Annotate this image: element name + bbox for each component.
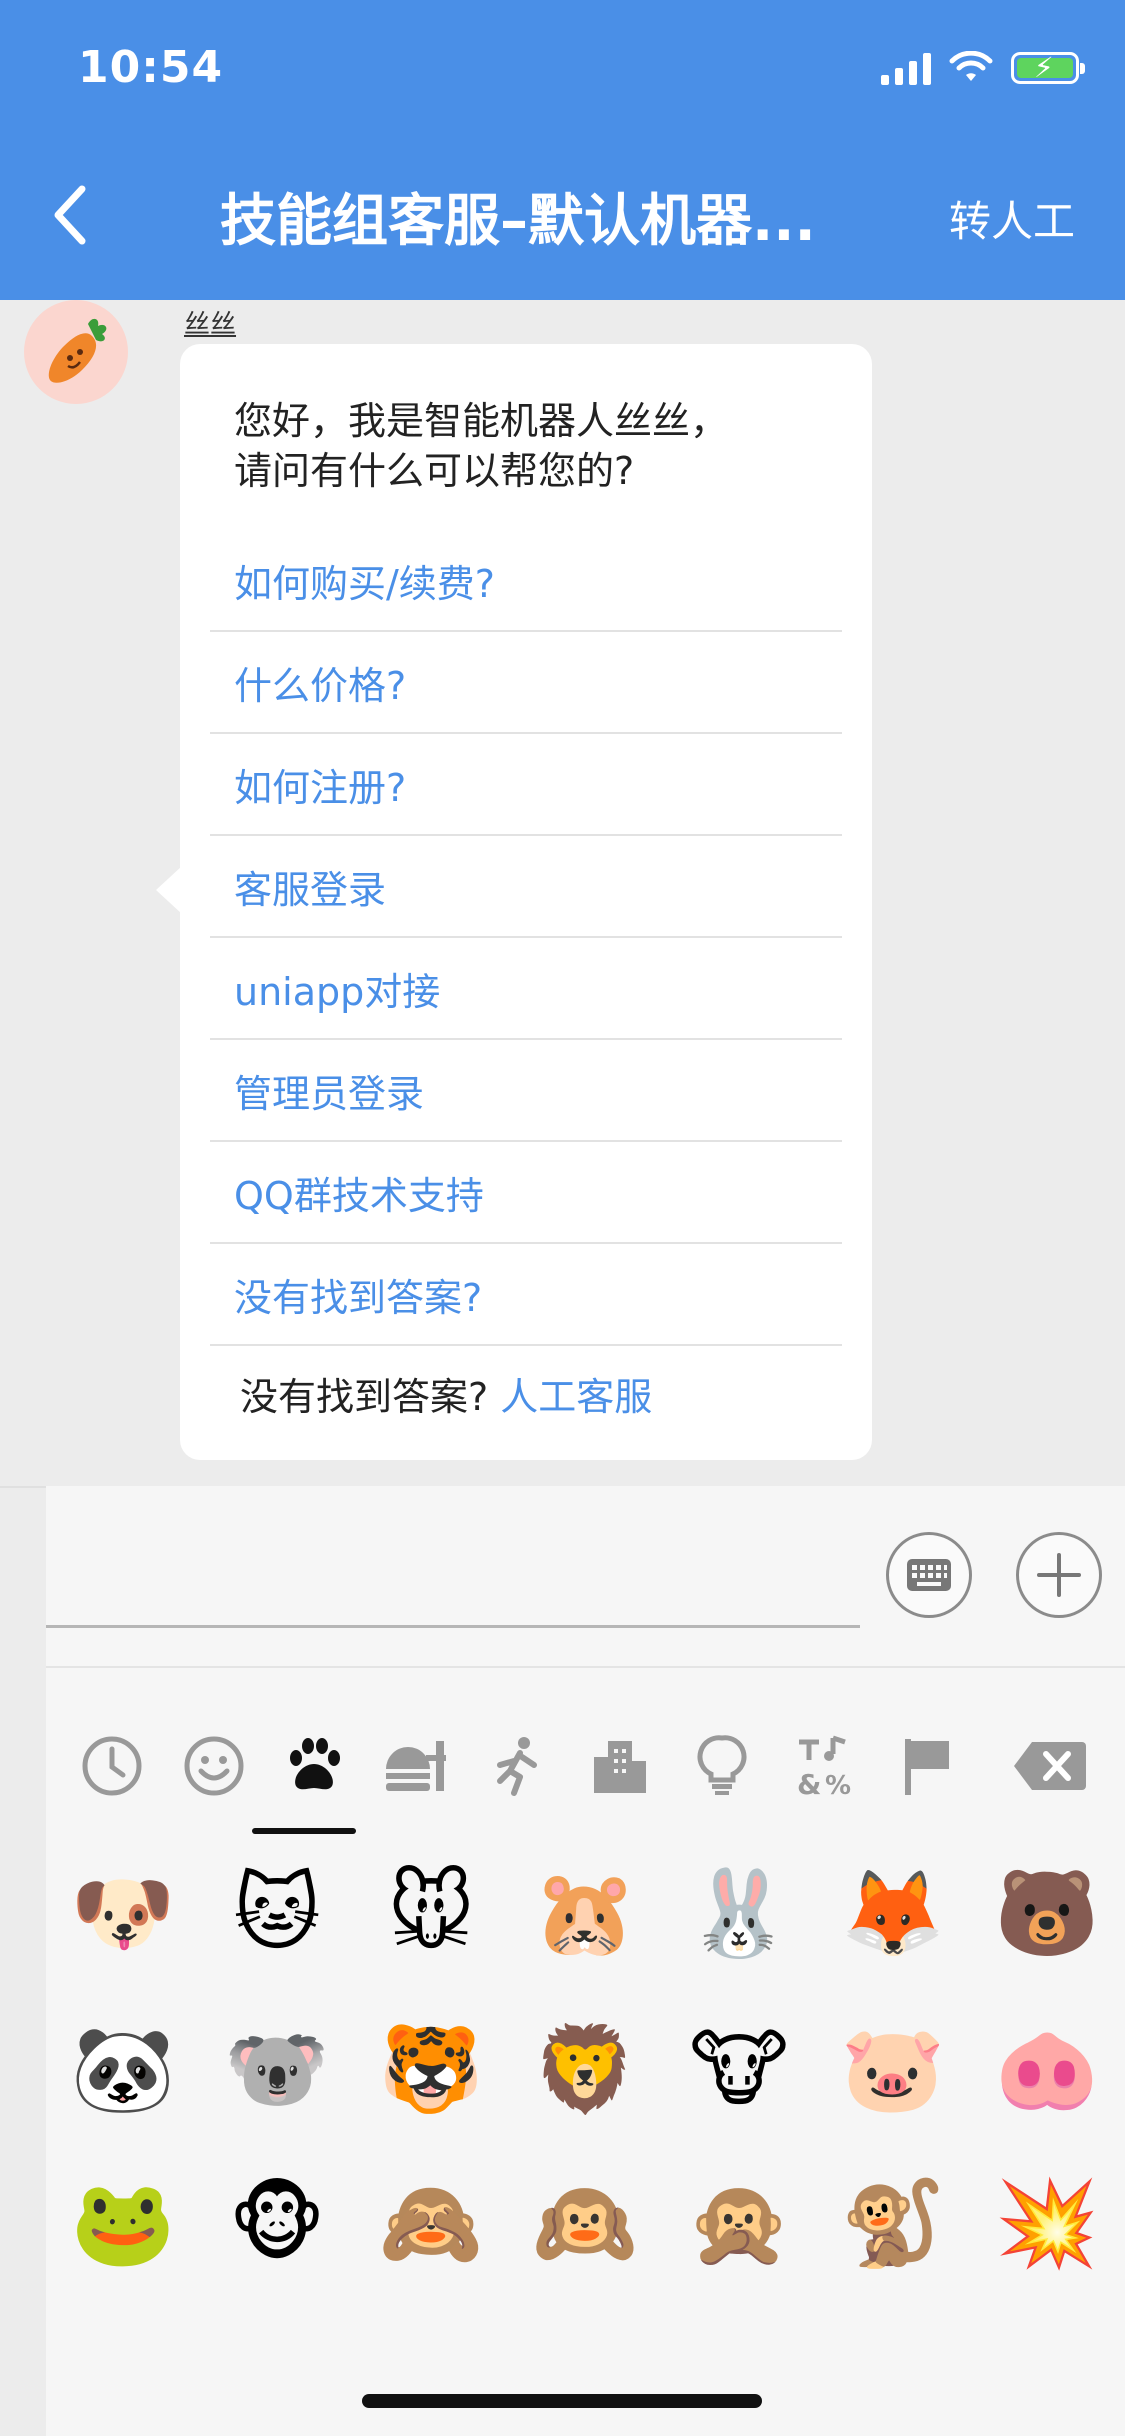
svg-text:%: %: [825, 1771, 851, 1798]
transfer-to-human-button[interactable]: 转人工: [949, 188, 1075, 249]
recent-icon[interactable]: [64, 1718, 160, 1814]
page-title: 技能组客服–默认机器...: [220, 189, 816, 254]
wifi-icon: [949, 51, 993, 81]
nav-header: 10:54 ⚡ 技能组客服–默认机器... 转人工: [0, 0, 1125, 300]
panel-divider: [46, 1666, 1125, 1668]
human-agent-link[interactable]: 人工客服: [500, 1375, 652, 1419]
bubble-tail: [156, 866, 182, 914]
emoji-pig-nose[interactable]: 🐽: [992, 2014, 1102, 2124]
battery-icon: ⚡: [1011, 51, 1085, 84]
keyboard-toggle-button[interactable]: [886, 1532, 972, 1618]
emoji-monkey-face[interactable]: 🐵: [222, 2168, 332, 2278]
emoji-fox[interactable]: 🦊: [838, 1858, 948, 1968]
home-indicator: [362, 2394, 762, 2408]
avatar: [24, 300, 128, 404]
emoji-lion[interactable]: 🦁: [530, 2014, 640, 2124]
emoji-panda[interactable]: 🐼: [68, 2014, 178, 2124]
footer-text: 没有找到答案?: [240, 1375, 489, 1419]
faq-item-qq-support[interactable]: QQ群技术支持: [210, 1142, 842, 1244]
emoji-hear-no-evil[interactable]: 🙉: [530, 2168, 640, 2278]
greeting-line-2: 请问有什么可以帮您的?: [234, 449, 635, 493]
animals-icon[interactable]: [266, 1718, 362, 1814]
faq-item-register[interactable]: 如何注册?: [210, 734, 842, 836]
svg-text:&: &: [797, 1768, 821, 1798]
sender-name: 丝丝: [184, 310, 237, 340]
chevron-left-icon: [54, 185, 86, 245]
selected-category-indicator: [252, 1828, 356, 1834]
greeting-text: 您好，我是智能机器人丝丝， 请问有什么可以帮您的?: [234, 396, 834, 496]
flags-icon[interactable]: [878, 1718, 974, 1814]
food-icon[interactable]: [368, 1718, 464, 1814]
greeting-line-1: 您好，我是智能机器人丝丝，: [234, 399, 729, 443]
activity-icon[interactable]: [470, 1718, 566, 1814]
emoji-koala[interactable]: 🐨: [222, 2014, 332, 2124]
signal-icon: [881, 51, 931, 85]
objects-icon[interactable]: [674, 1718, 770, 1814]
emoji-monkey[interactable]: 🐒: [838, 2168, 948, 2278]
emoji-bear[interactable]: 🐻: [992, 1858, 1102, 1968]
emoji-cow[interactable]: 🐮: [684, 2014, 794, 2124]
faq-item-no-answer[interactable]: 没有找到答案?: [210, 1244, 842, 1346]
emoji-rabbit[interactable]: 🐰: [684, 1858, 794, 1968]
faq-item-admin-login[interactable]: 管理员登录: [210, 1040, 842, 1142]
more-options-button[interactable]: [1016, 1532, 1102, 1618]
message-bubble: 您好，我是智能机器人丝丝， 请问有什么可以帮您的? 如何购买/续费? 什么价格?…: [180, 344, 872, 1460]
delete-icon[interactable]: [1008, 1718, 1092, 1814]
faq-item-agent-login[interactable]: 客服登录: [210, 836, 842, 938]
emoji-collision[interactable]: 💥: [992, 2168, 1102, 2278]
input-area: &% 🐶 🐱 🐭 🐹 🐰 🦊 🐻 🐼 🐨 🐯 🦁 🐮 🐷 🐽 🐸 🐵 🙈 🙉 🙊…: [46, 1486, 1125, 2436]
emoji-pig[interactable]: 🐷: [838, 2014, 948, 2124]
keyboard-icon: [907, 1559, 951, 1591]
emoji-see-no-evil[interactable]: 🙈: [376, 2168, 486, 2278]
faq-item-buy-renew[interactable]: 如何购买/续费?: [210, 530, 842, 632]
status-time: 10:54: [78, 42, 224, 93]
faq-list: 如何购买/续费? 什么价格? 如何注册? 客服登录 uniapp对接 管理员登录…: [210, 530, 842, 1346]
emoji-dog[interactable]: 🐶: [68, 1858, 178, 1968]
faq-item-price[interactable]: 什么价格?: [210, 632, 842, 734]
emoji-mouse[interactable]: 🐭: [376, 1858, 486, 1968]
back-button[interactable]: [40, 175, 100, 255]
status-icons: ⚡: [881, 48, 1085, 88]
carrot-icon: [48, 318, 107, 383]
emoji-speak-no-evil[interactable]: 🙊: [684, 2168, 794, 2278]
emoji-frog[interactable]: 🐸: [68, 2168, 178, 2278]
faq-item-uniapp[interactable]: uniapp对接: [210, 938, 842, 1040]
emoji-tiger[interactable]: 🐯: [376, 2014, 486, 2124]
message-input[interactable]: [46, 1532, 860, 1628]
smileys-icon[interactable]: [166, 1718, 262, 1814]
symbols-icon[interactable]: &%: [776, 1718, 872, 1814]
plus-icon: [1037, 1553, 1081, 1597]
emoji-category-bar: &%: [46, 1718, 1125, 1838]
emoji-hamster[interactable]: 🐹: [530, 1858, 640, 1968]
emoji-cat[interactable]: 🐱: [222, 1858, 332, 1968]
bubble-footer: 没有找到答案? 人工客服: [240, 1366, 652, 1421]
travel-icon[interactable]: [572, 1718, 668, 1814]
